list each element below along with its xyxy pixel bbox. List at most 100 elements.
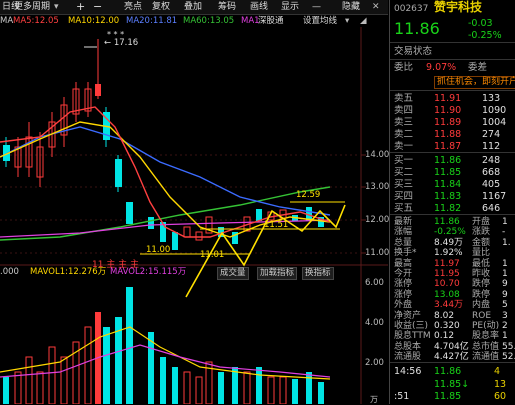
weibi-value: 9.07% <box>426 62 457 73</box>
stat-value: 11.86 <box>434 217 460 227</box>
chevron-down-icon[interactable]: ▾ <box>54 0 59 14</box>
low-price-label-2: 11.01 <box>200 250 225 260</box>
stat-value: 8.49万 <box>434 237 464 248</box>
stat-label: 换手* <box>394 248 417 259</box>
draw-line-button[interactable]: 画线 <box>250 0 268 14</box>
ma5-value: MA5:12.05 <box>13 16 59 26</box>
chevron-down-icon[interactable]: ▾ <box>345 15 349 27</box>
mavol2-value: MAVOL2:15.115万 <box>110 267 187 277</box>
chips-button[interactable]: 筹码 <box>218 0 236 14</box>
zoom-out-button[interactable]: − <box>93 0 102 14</box>
stat-label: 最低 <box>472 258 491 269</box>
price-tick-label: 14.00 <box>365 150 390 160</box>
stat-value: 1 <box>502 258 508 269</box>
display-button[interactable]: 显示 <box>281 0 299 14</box>
candle <box>172 232 178 250</box>
kline-chart[interactable]: * * * <box>0 27 388 404</box>
stat-value: 10.70 <box>434 279 460 290</box>
stat-value: 1 <box>502 269 508 279</box>
mavol1-value: MAVOL1:12.276万 <box>30 267 107 277</box>
volume-unit-label: 万 <box>370 395 378 404</box>
tick-time: :51 <box>394 391 410 402</box>
sell-level-label: 卖五 <box>394 93 414 104</box>
stat-label: 流通值 <box>472 352 500 363</box>
buy-level-volume: 668 <box>482 167 501 178</box>
tick-volume: 4 <box>494 366 501 377</box>
stat-label: 今开 <box>394 269 413 279</box>
stat-value: 1. <box>502 237 511 248</box>
stat-label: 净资产 <box>394 310 422 321</box>
buy-level-volume: 1167 <box>482 191 507 202</box>
stat-label: 最高 <box>394 258 413 269</box>
zoom-in-button[interactable]: + <box>76 0 85 14</box>
sell-level-price: 11.88 <box>434 129 462 140</box>
price-tick-label: 11.00 <box>365 248 390 258</box>
stat-value: 11.97 <box>434 258 460 269</box>
ma60-value: MA60:13.05 <box>183 16 235 26</box>
stat-value: 11.95 <box>434 269 460 279</box>
stat-value: - <box>502 227 506 238</box>
stat-value: 8.02 <box>434 310 455 321</box>
switch-indicator-button[interactable]: 换指标 <box>302 267 334 280</box>
stat-value: 9 <box>502 279 508 290</box>
overlay-button[interactable]: 叠加 <box>184 0 202 14</box>
stat-value: 4.427亿 <box>434 352 469 363</box>
price-tick-label: 13.00 <box>365 182 390 192</box>
open-account-banner[interactable]: 抓住机会，即刻开户！ <box>434 76 515 89</box>
sell-level-label: 卖三 <box>394 117 414 128</box>
stat-value: 0.12 <box>434 331 455 342</box>
buy-level-price: 11.85 <box>434 167 462 178</box>
price-change: -0.03 <box>468 18 493 29</box>
stat-label: 涨停 <box>394 289 413 300</box>
volume-indicator-button[interactable]: 成交量 <box>217 267 249 280</box>
arrow-icon[interactable]: ◢ <box>360 15 367 27</box>
stat-value: 52.5 <box>502 352 515 363</box>
stat-label: 跌停 <box>472 289 491 300</box>
highlight-button[interactable]: 亮点 <box>124 0 142 14</box>
ma-prefix: MA <box>0 16 14 26</box>
ma-settings-button[interactable]: 设置均线 <box>303 15 337 27</box>
divider <box>390 90 515 91</box>
right-price-label: 12.59 <box>296 190 321 200</box>
buy-level-label: 买二 <box>394 167 414 178</box>
stat-label: 总股本 <box>394 341 422 352</box>
buy-level-price: 11.86 <box>434 155 462 166</box>
more-periods-button[interactable]: 更多周期 <box>14 0 50 14</box>
sell-level-price: 11.91 <box>434 93 462 104</box>
load-indicator-button[interactable]: 加载指标 <box>257 267 298 280</box>
stock-code: 002637 <box>394 4 429 14</box>
candle <box>256 209 262 221</box>
tick-price: 11.85↓ <box>434 378 470 390</box>
weibi-label: 委比 <box>394 62 414 73</box>
sell-level-price: 11.90 <box>434 105 462 116</box>
max-price-label: ← 17.16 <box>104 38 139 48</box>
buy-level-volume: 248 <box>482 155 501 166</box>
close-icon[interactable]: ✕ <box>372 0 380 14</box>
stat-label: 总量 <box>394 237 413 248</box>
stat-value: 0.320 <box>434 321 460 331</box>
stat-label: 涨停 <box>394 279 413 290</box>
tick-volume: 60 <box>494 391 507 402</box>
candle <box>115 159 122 187</box>
adjust-button[interactable]: 复权 <box>152 0 170 14</box>
stat-value: 3 <box>502 310 508 321</box>
stat-label: 最新 <box>394 217 413 227</box>
tick-volume: 13 <box>494 378 507 390</box>
stat-label: 涨跌 <box>472 227 491 238</box>
stat-label: 股息TTM <box>394 331 431 342</box>
sell-level-label: 卖四 <box>394 105 414 116</box>
minimize-button[interactable]: — <box>312 0 321 14</box>
divider <box>390 42 515 43</box>
tick-price: 11.86 <box>434 366 462 377</box>
divider <box>390 59 515 60</box>
stat-label: 开盘 <box>472 217 491 227</box>
volume-tick-label: 4.00 <box>365 318 384 328</box>
hide-button[interactable]: 隐藏 <box>342 0 360 14</box>
stat-label: 量比 <box>472 248 491 259</box>
candle <box>95 84 101 96</box>
stat-value: 55.7 <box>502 341 515 352</box>
stat-value: 3.44万 <box>434 300 464 311</box>
buy-level-label: 买五 <box>394 203 414 214</box>
stat-value: -0.25% <box>434 227 466 238</box>
candle <box>126 202 133 224</box>
